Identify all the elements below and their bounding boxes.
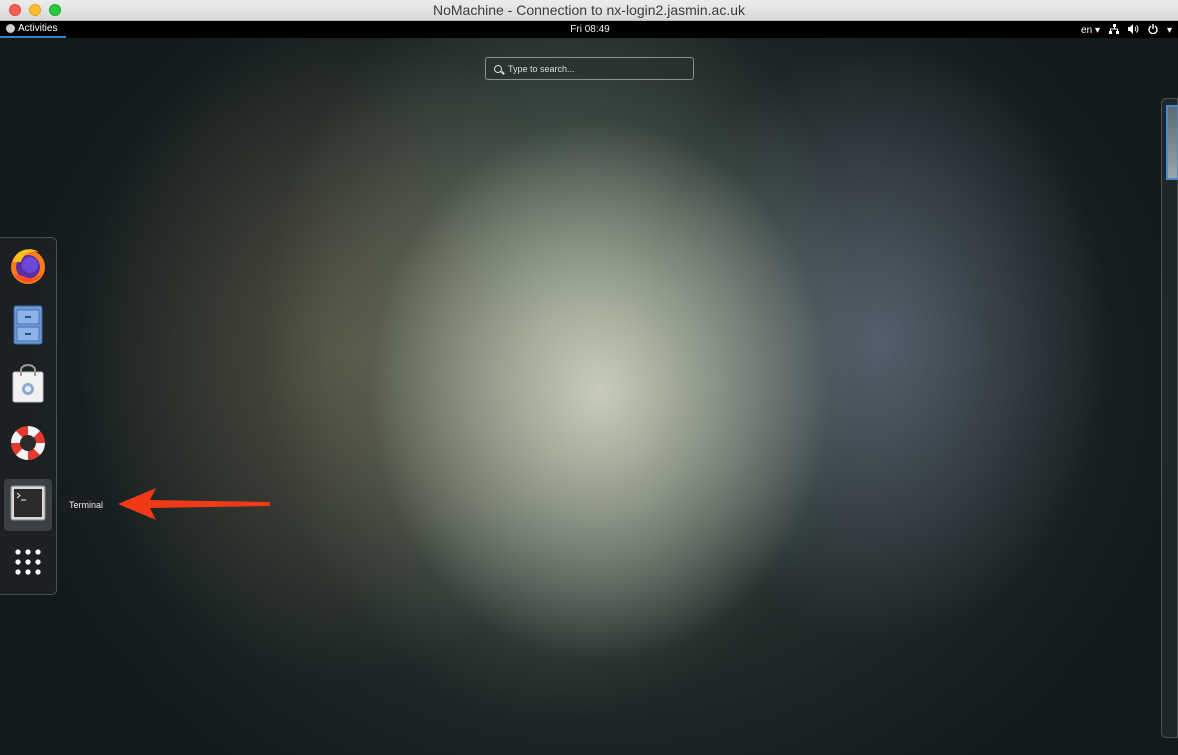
clock[interactable]: Fri 08:49 bbox=[560, 24, 620, 35]
chevron-down-icon: ▾ bbox=[1166, 25, 1172, 36]
window-title: NoMachine - Connection to nx-login2.jasm… bbox=[432, 2, 746, 18]
system-tray[interactable]: en ▾ ▾ bbox=[1081, 24, 1172, 37]
search-placeholder: Type to search... bbox=[508, 63, 575, 74]
terminal-icon bbox=[10, 485, 46, 526]
app-grid-icon bbox=[14, 548, 42, 581]
window-titlebar: NoMachine - Connection to nx-login2.jasm… bbox=[0, 0, 1178, 21]
keyboard-layout-label: en bbox=[1081, 25, 1093, 36]
search-input[interactable]: Type to search... bbox=[485, 57, 694, 80]
terminal-tooltip: Terminal bbox=[62, 496, 111, 514]
filing-cabinet-icon bbox=[13, 305, 43, 350]
annotation-arrow-icon bbox=[116, 486, 272, 527]
show-applications-button[interactable] bbox=[4, 538, 52, 590]
chevron-down-icon: ▾ bbox=[1094, 25, 1100, 36]
gnome-overview: Activities Fri 08:49 en ▾ ▾ Type to sear… bbox=[0, 21, 1178, 755]
activities-label: Activities bbox=[18, 23, 58, 34]
keyboard-layout-indicator[interactable]: en ▾ bbox=[1081, 25, 1100, 36]
power-icon bbox=[1148, 24, 1158, 37]
gnome-foot-icon bbox=[6, 24, 15, 33]
software-launcher[interactable] bbox=[4, 360, 52, 412]
dash bbox=[0, 237, 57, 595]
workspace-thumbnail[interactable] bbox=[1166, 105, 1178, 180]
lifebuoy-icon bbox=[8, 423, 48, 468]
top-bar: Activities Fri 08:49 en ▾ ▾ bbox=[0, 21, 1178, 38]
shopping-bag-icon bbox=[11, 363, 45, 409]
files-launcher[interactable] bbox=[4, 301, 52, 353]
network-icon bbox=[1108, 24, 1119, 37]
search-icon bbox=[494, 64, 502, 73]
help-launcher[interactable] bbox=[4, 419, 52, 471]
volume-icon bbox=[1127, 24, 1139, 37]
firefox-launcher[interactable] bbox=[4, 242, 52, 294]
activities-button[interactable]: Activities bbox=[0, 21, 66, 38]
terminal-launcher[interactable] bbox=[4, 479, 52, 531]
workspace-switcher[interactable] bbox=[1161, 98, 1178, 738]
firefox-icon bbox=[9, 246, 47, 291]
